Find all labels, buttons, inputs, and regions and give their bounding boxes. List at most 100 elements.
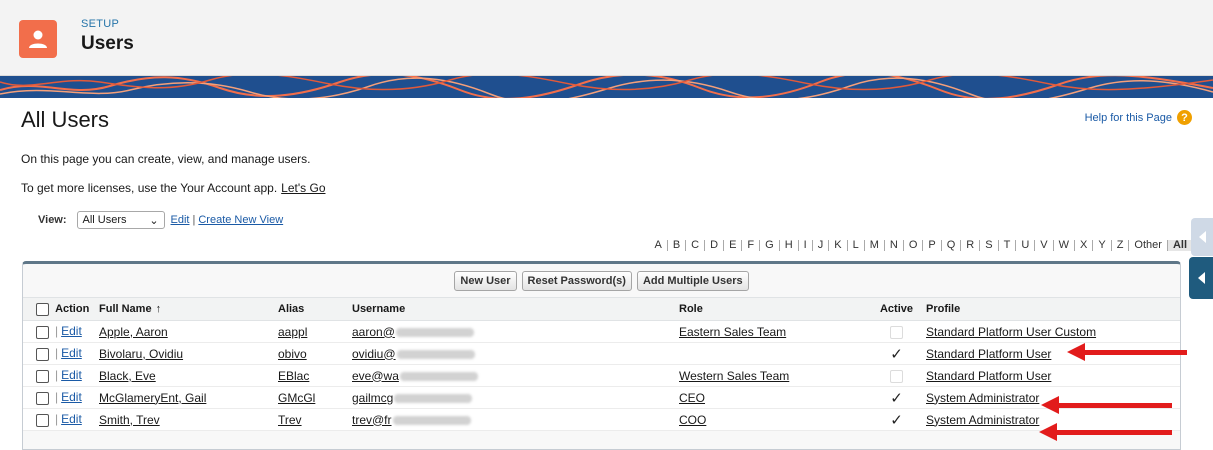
full-name-column-header[interactable]: Full Name ↑ (95, 297, 274, 321)
alphabet-filter-c[interactable]: C (685, 240, 704, 251)
user-username-link[interactable]: ovidiu@ (352, 347, 396, 361)
edit-user-link[interactable]: Edit (61, 346, 82, 360)
alphabet-filter-j[interactable]: J (811, 240, 829, 251)
alphabet-filter-w[interactable]: W (1052, 240, 1074, 251)
page-title: Users (81, 33, 134, 54)
alphabet-filter-u[interactable]: U (1015, 240, 1034, 251)
user-profile-link[interactable]: Standard Platform User Custom (926, 325, 1096, 339)
expand-panel-handle[interactable] (1189, 257, 1213, 299)
profile-cell: Standard Platform User (922, 364, 1180, 387)
user-role-link[interactable]: Western Sales Team (679, 369, 789, 383)
alias-column-header[interactable]: Alias (274, 297, 348, 321)
user-full-name-link[interactable]: Black, Eve (99, 369, 156, 383)
user-role-link[interactable]: COO (679, 413, 706, 427)
alias-cell: EBlac (274, 364, 348, 387)
lets-go-link[interactable]: Let's Go (281, 181, 325, 195)
user-profile-link[interactable]: Standard Platform User (926, 347, 1051, 361)
user-username-link[interactable]: eve@wa (352, 369, 399, 383)
full-name-cell: Apple, Aaron (95, 320, 274, 343)
edit-user-link[interactable]: Edit (61, 324, 82, 338)
edit-user-link[interactable]: Edit (61, 368, 82, 382)
row-checkbox[interactable] (36, 391, 49, 405)
alphabet-filter-l[interactable]: L (846, 240, 864, 251)
alphabet-filter-all[interactable]: All (1166, 240, 1192, 251)
row-checkbox[interactable] (36, 347, 49, 361)
edit-user-link[interactable]: Edit (61, 412, 82, 426)
user-profile-link[interactable]: Standard Platform User (926, 369, 1051, 383)
user-profile-link[interactable]: System Administrator (926, 391, 1039, 405)
alias-cell: GMcGl (274, 386, 348, 409)
collapse-panel-handle[interactable] (1191, 218, 1213, 256)
user-full-name-link[interactable]: McGlameryEnt, Gail (99, 391, 206, 405)
alphabet-filter-e[interactable]: E (723, 240, 741, 251)
role-column-header[interactable]: Role (675, 297, 871, 321)
edit-view-link[interactable]: Edit (171, 214, 190, 226)
edit-user-link[interactable]: Edit (61, 390, 82, 404)
alphabet-filter-t[interactable]: T (997, 240, 1016, 251)
annotation-arrow (1041, 396, 1172, 414)
alphabet-filter-o[interactable]: O (902, 240, 923, 251)
user-role-link[interactable]: Eastern Sales Team (679, 325, 786, 339)
active-column-header[interactable]: Active (871, 297, 922, 321)
row-checkbox[interactable] (36, 413, 49, 427)
alphabet-filter-m[interactable]: M (863, 240, 884, 251)
new-user-button[interactable]: New User (454, 270, 517, 291)
alphabet-filter-a[interactable]: A (649, 240, 666, 251)
alphabet-filter-q[interactable]: Q (940, 240, 961, 251)
username-column-header[interactable]: Username (348, 297, 675, 321)
annotation-arrow (1067, 343, 1187, 361)
alphabet-filter-s[interactable]: S (979, 240, 997, 251)
setup-label: SETUP (81, 18, 120, 30)
username-cell: eve@wa (348, 364, 675, 387)
user-alias-link[interactable]: EBlac (278, 369, 309, 383)
alphabet-filter-b[interactable]: B (666, 240, 685, 251)
alphabet-filter-f[interactable]: F (741, 240, 759, 251)
create-new-view-link[interactable]: Create New View (198, 214, 283, 226)
alphabet-filter-i[interactable]: I (797, 240, 812, 251)
redacted-text (394, 393, 473, 403)
row-checkbox[interactable] (36, 325, 49, 339)
alphabet-filter-other[interactable]: Other (1128, 240, 1167, 251)
full-name-cell: Bivolaru, Ovidiu (95, 342, 274, 365)
user-full-name-link[interactable]: Apple, Aaron (99, 325, 168, 339)
username-cell: trev@fr (348, 408, 675, 431)
reset-password-button[interactable]: Reset Password(s) (521, 270, 632, 291)
row-checkbox[interactable] (36, 369, 49, 383)
user-alias-link[interactable]: GMcGl (278, 391, 315, 405)
alphabet-filter-h[interactable]: H (778, 240, 798, 251)
alphabet-filter-z[interactable]: Z (1110, 240, 1129, 251)
alphabet-filter-r[interactable]: R (960, 240, 979, 251)
add-multiple-users-button[interactable]: Add Multiple Users (636, 270, 749, 291)
user-alias-link[interactable]: aappl (278, 325, 307, 339)
view-links-separator: | (192, 214, 196, 226)
user-username-link[interactable]: aaron@ (352, 325, 395, 339)
alphabet-filter-n[interactable]: N (883, 240, 903, 251)
alphabet-filter-p[interactable]: P (922, 240, 940, 251)
help-icon: ? (1177, 110, 1192, 125)
alphabet-filter-y[interactable]: Y (1092, 240, 1110, 251)
alphabet-filter-v[interactable]: V (1034, 240, 1052, 251)
help-link-label: Help for this Page (1084, 111, 1172, 124)
help-link[interactable]: Help for this Page ? (1085, 110, 1192, 125)
user-profile-link[interactable]: System Administrator (926, 413, 1039, 427)
view-select[interactable]: All Users ⌄ (76, 211, 165, 229)
user-alias-link[interactable]: Trev (278, 413, 302, 427)
select-all-header: Action (23, 297, 95, 321)
profile-column-header[interactable]: Profile (922, 297, 1180, 321)
user-full-name-link[interactable]: Bivolaru, Ovidiu (99, 347, 183, 361)
alphabet-filter-d[interactable]: D (704, 240, 723, 251)
select-all-checkbox[interactable] (36, 302, 49, 316)
user-role-link[interactable]: CEO (679, 391, 705, 405)
action-separator: | (55, 324, 59, 339)
alphabet-filter-g[interactable]: G (759, 240, 779, 251)
user-username-link[interactable]: gailmcg (352, 391, 393, 405)
user-username-link[interactable]: trev@fr (352, 413, 392, 427)
alphabet-filter-k[interactable]: K (828, 240, 846, 251)
active-cell (871, 364, 922, 387)
alphabet-filter-x[interactable]: X (1074, 240, 1092, 251)
action-column-header: Action (55, 302, 90, 315)
user-alias-link[interactable]: obivo (278, 347, 307, 361)
role-cell: COO (675, 408, 871, 431)
user-full-name-link[interactable]: Smith, Trev (99, 413, 160, 427)
row-action-cell: | Edit (23, 342, 95, 365)
